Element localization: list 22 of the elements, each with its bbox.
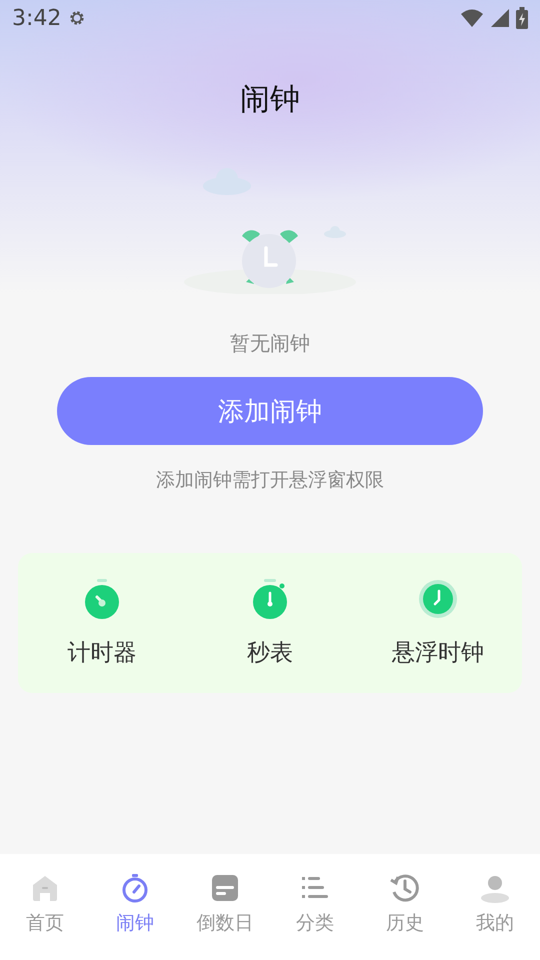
nav-tab[interactable]: 我的: [450, 854, 540, 960]
empty-message: 暂无闹钟: [230, 330, 310, 357]
nav-tab[interactable]: 首页: [0, 854, 90, 960]
stopwatch-icon[interactable]: [252, 578, 288, 618]
nav-tab[interactable]: 闹钟: [90, 854, 180, 960]
page-title: 闹钟: [240, 81, 300, 119]
timer-icon[interactable]: [84, 578, 120, 618]
tool-label[interactable]: 秒表: [247, 636, 293, 668]
add-alarm-button[interactable]: 添加闹钟: [57, 377, 483, 445]
tool-label[interactable]: 悬浮时钟: [392, 636, 484, 668]
calendar-icon: [209, 872, 241, 904]
permission-hint: 添加闹钟需打开悬浮窗权限: [156, 468, 384, 493]
signal-icon: [490, 8, 510, 28]
clock-icon[interactable]: [418, 578, 458, 618]
wifi-icon: [460, 8, 484, 28]
nav-tab[interactable]: 倒数日: [180, 854, 270, 960]
nav-tab[interactable]: 历史: [360, 854, 450, 960]
tool-label[interactable]: 计时器: [68, 636, 136, 668]
battery-icon: [516, 7, 528, 29]
nav-tab[interactable]: 分类: [270, 854, 360, 960]
history-icon: [389, 872, 421, 904]
status-time: 3:42: [12, 6, 62, 30]
